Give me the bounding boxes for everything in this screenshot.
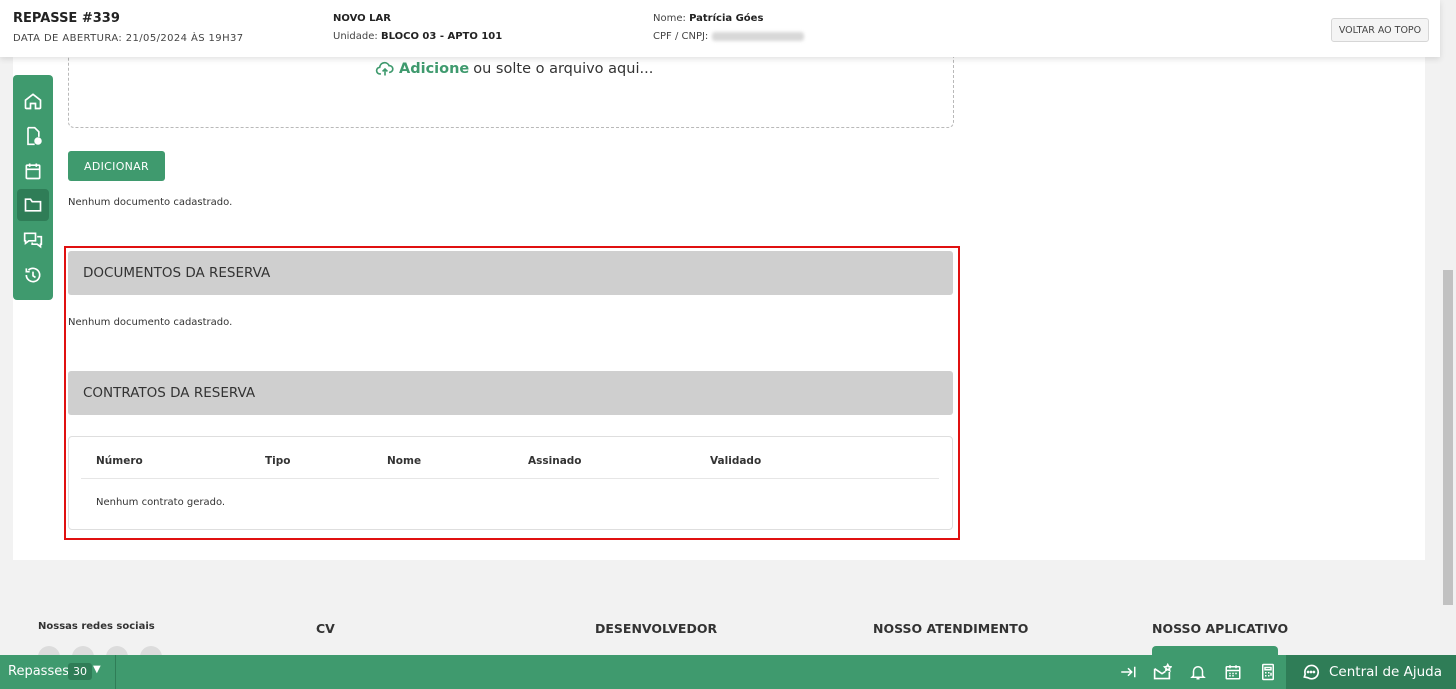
footer-heading-support: NOSSO ATENDIMENTO	[873, 621, 1029, 636]
column-header-assinado: Assinado	[528, 455, 582, 467]
chat-icon[interactable]	[17, 224, 49, 256]
name-value: Patrícia Góes	[689, 13, 764, 24]
footer-heading-cv: CV	[316, 621, 335, 636]
help-center-button[interactable]: Central de Ajuda	[1286, 655, 1456, 689]
opening-date: DATA DE ABERTURA: 21/05/2024 ÀS 19H37	[13, 33, 244, 44]
calculator-icon[interactable]	[1258, 662, 1278, 682]
name-label: Nome:	[653, 13, 686, 24]
unit-label: Unidade:	[333, 31, 378, 42]
add-file-link[interactable]: Adicione	[399, 61, 469, 77]
side-navigation	[13, 75, 53, 300]
reserva-documents-header: DOCUMENTOS DA RESERVA	[68, 251, 953, 295]
reserva-contracts-header: CONTRATOS DA RESERVA	[68, 371, 953, 415]
bell-icon[interactable]	[1188, 662, 1208, 682]
repasses-label[interactable]: Repasses	[8, 664, 69, 679]
bottom-bar-divider	[115, 655, 116, 689]
footer-heading-app: NOSSO APLICATIVO	[1152, 621, 1289, 636]
home-icon[interactable]	[17, 85, 49, 117]
doc-label: CPF / CNPJ:	[653, 31, 709, 42]
table-divider	[81, 478, 939, 479]
repasses-count[interactable]: 30	[68, 663, 92, 680]
client-document: CPF / CNPJ:	[653, 31, 804, 42]
mail-star-icon[interactable]	[1152, 662, 1172, 682]
cloud-upload-icon	[375, 62, 394, 76]
history-icon[interactable]	[17, 259, 49, 291]
folder-icon[interactable]	[17, 189, 49, 221]
add-button[interactable]: ADICIONAR	[68, 151, 165, 181]
reserva-documents-empty: Nenhum documento cadastrado.	[68, 317, 233, 328]
document-icon[interactable]	[17, 120, 49, 152]
dropzone-text: Adicione ou solte o arquivo aqui...	[375, 60, 653, 78]
chevron-down-icon[interactable]: ▼	[93, 664, 101, 675]
project-name: NOVO LAR	[333, 13, 391, 24]
chat-help-icon	[1303, 664, 1320, 680]
back-to-top-button[interactable]: VOLTAR AO TOPO	[1331, 18, 1429, 42]
calendar-icon[interactable]	[17, 155, 49, 187]
footer-heading-developer: DESENVOLVEDOR	[595, 621, 718, 636]
column-header-numero: Número	[96, 455, 143, 467]
unit-value: BLOCO 03 - APTO 101	[380, 31, 503, 42]
scrollbar-thumb[interactable]	[1443, 270, 1453, 605]
drop-instructions: ou solte o arquivo aqui...	[473, 61, 654, 77]
contracts-table: Número Tipo Nome Assinado Validado Nenhu…	[68, 436, 953, 530]
page-header: REPASSE #339 DATA DE ABERTURA: 21/05/202…	[0, 0, 1440, 57]
collapse-right-icon[interactable]	[1118, 662, 1138, 682]
doc-value-blurred	[711, 31, 804, 41]
calendar-icon[interactable]	[1223, 662, 1243, 682]
unit-info: Unidade: BLOCO 03 - APTO 101	[333, 31, 502, 42]
column-header-tipo: Tipo	[265, 455, 291, 467]
client-name: Nome: Patrícia Góes	[653, 13, 763, 24]
page-title: REPASSE #339	[13, 11, 120, 26]
bottom-bar: Repasses 30 ▼ Central de Ajuda	[0, 655, 1456, 689]
social-heading: Nossas redes sociais	[38, 621, 155, 632]
column-header-nome: Nome	[387, 455, 422, 467]
empty-documents-message: Nenhum documento cadastrado.	[68, 197, 233, 208]
help-center-label: Central de Ajuda	[1329, 664, 1442, 680]
empty-contracts-message: Nenhum contrato gerado.	[96, 497, 226, 508]
column-header-validado: Validado	[710, 455, 762, 467]
